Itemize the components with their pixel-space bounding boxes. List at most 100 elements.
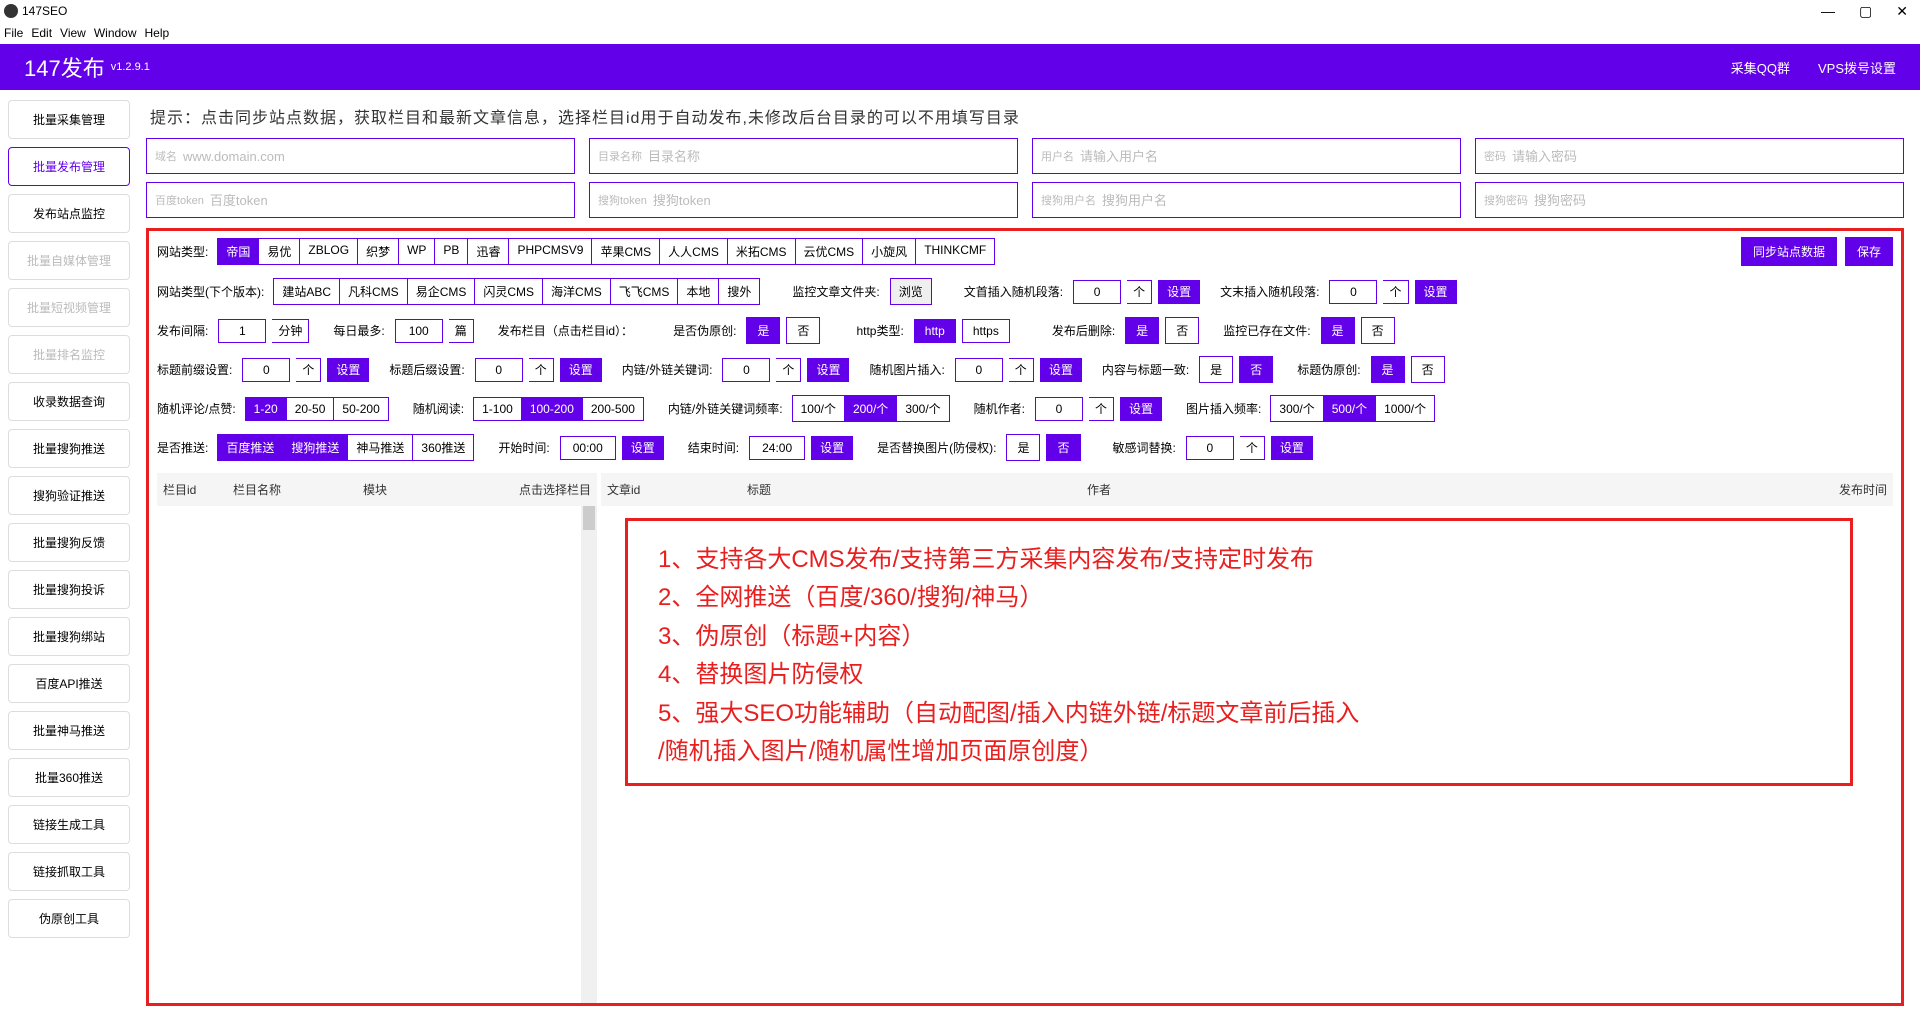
img-freq-opt-3[interactable]: 1000/个 bbox=[1375, 395, 1435, 422]
fake-orig-yes[interactable]: 是 bbox=[746, 317, 780, 344]
replace-img-no[interactable]: 否 bbox=[1046, 434, 1080, 461]
window-close[interactable]: ✕ bbox=[1896, 3, 1908, 20]
text-input[interactable] bbox=[1102, 193, 1452, 208]
push-shenma[interactable]: 神马推送 bbox=[347, 434, 413, 461]
front-insert-input[interactable] bbox=[1073, 280, 1121, 304]
inout-link-input[interactable] bbox=[722, 358, 770, 382]
next-type-海洋CMS[interactable]: 海洋CMS bbox=[542, 278, 611, 305]
site-type-小旋风[interactable]: 小旋风 bbox=[862, 238, 916, 265]
monitor-exist-no[interactable]: 否 bbox=[1361, 317, 1395, 344]
img-freq-opt-1[interactable]: 300/个 bbox=[1270, 395, 1323, 422]
site-type-帝国[interactable]: 帝国 bbox=[217, 238, 259, 265]
text-input[interactable] bbox=[648, 149, 1009, 164]
rand-author-input[interactable] bbox=[1035, 397, 1083, 421]
title-suf-input[interactable] bbox=[475, 358, 523, 382]
site-type-PB[interactable]: PB bbox=[434, 238, 468, 265]
menu-help[interactable]: Help bbox=[145, 26, 170, 40]
sidebar-item-2[interactable]: 发布站点监控 bbox=[8, 194, 130, 233]
browse-button[interactable]: 浏览 bbox=[890, 278, 932, 305]
site-type-米拓CMS[interactable]: 米拓CMS bbox=[727, 238, 796, 265]
title-match-no[interactable]: 否 bbox=[1239, 356, 1273, 383]
freq-opt-3[interactable]: 300/个 bbox=[896, 395, 949, 422]
start-time-set[interactable]: 设置 bbox=[622, 436, 664, 460]
read-opt-1[interactable]: 1-100 bbox=[473, 397, 522, 421]
site-type-WP[interactable]: WP bbox=[398, 238, 435, 265]
next-type-易企CMS[interactable]: 易企CMS bbox=[407, 278, 476, 305]
text-input[interactable] bbox=[1534, 193, 1895, 208]
inout-link-set[interactable]: 设置 bbox=[807, 358, 849, 382]
push-baidu[interactable]: 百度推送 bbox=[217, 434, 283, 461]
site-type-织梦[interactable]: 织梦 bbox=[357, 238, 399, 265]
fake-orig-no[interactable]: 否 bbox=[786, 317, 820, 344]
del-after-no[interactable]: 否 bbox=[1165, 317, 1199, 344]
menu-view[interactable]: View bbox=[60, 26, 86, 40]
site-type-苹果CMS[interactable]: 苹果CMS bbox=[591, 238, 660, 265]
text-input[interactable] bbox=[183, 149, 566, 164]
comment-opt-3[interactable]: 50-200 bbox=[333, 397, 388, 421]
comment-opt-2[interactable]: 20-50 bbox=[286, 397, 335, 421]
interval-input[interactable] bbox=[218, 319, 266, 343]
sidebar-item-7[interactable]: 批量搜狗推送 bbox=[8, 429, 130, 468]
read-opt-3[interactable]: 200-500 bbox=[582, 397, 644, 421]
sensitive-set[interactable]: 设置 bbox=[1271, 436, 1313, 460]
start-time-input[interactable] bbox=[560, 436, 616, 460]
freq-opt-2[interactable]: 200/个 bbox=[844, 395, 897, 422]
end-time-set[interactable]: 设置 bbox=[811, 436, 853, 460]
sidebar-item-14[interactable]: 批量360推送 bbox=[8, 758, 130, 797]
sidebar-item-10[interactable]: 批量搜狗投诉 bbox=[8, 570, 130, 609]
comment-opt-1[interactable]: 1-20 bbox=[245, 397, 287, 421]
text-input[interactable] bbox=[1080, 149, 1452, 164]
end-time-input[interactable] bbox=[749, 436, 805, 460]
sensitive-input[interactable] bbox=[1186, 436, 1234, 460]
next-type-凡科CMS[interactable]: 凡科CMS bbox=[339, 278, 408, 305]
sidebar-item-3[interactable]: 批量自媒体管理 bbox=[8, 241, 130, 280]
site-type-ZBLOG[interactable]: ZBLOG bbox=[299, 238, 358, 265]
menu-edit[interactable]: Edit bbox=[31, 26, 52, 40]
push-360[interactable]: 360推送 bbox=[412, 434, 474, 461]
sidebar-item-4[interactable]: 批量短视频管理 bbox=[8, 288, 130, 327]
link-vps-dial[interactable]: VPS拨号设置 bbox=[1818, 58, 1896, 77]
title-pre-set[interactable]: 设置 bbox=[327, 358, 369, 382]
scrollbar[interactable] bbox=[581, 506, 597, 1003]
sidebar-item-12[interactable]: 百度API推送 bbox=[8, 664, 130, 703]
read-opt-2[interactable]: 100-200 bbox=[521, 397, 583, 421]
https-option[interactable]: https bbox=[962, 319, 1010, 343]
sidebar-item-16[interactable]: 链接抓取工具 bbox=[8, 852, 130, 891]
sidebar-item-8[interactable]: 搜狗验证推送 bbox=[8, 476, 130, 515]
rand-author-set[interactable]: 设置 bbox=[1120, 397, 1162, 421]
sidebar-item-1[interactable]: 批量发布管理 bbox=[8, 147, 130, 186]
next-type-闪灵CMS[interactable]: 闪灵CMS bbox=[474, 278, 543, 305]
freq-opt-1[interactable]: 100/个 bbox=[792, 395, 845, 422]
menu-window[interactable]: Window bbox=[94, 26, 137, 40]
http-option[interactable]: http bbox=[914, 319, 956, 343]
window-maximize[interactable]: ▢ bbox=[1859, 3, 1872, 20]
del-after-yes[interactable]: 是 bbox=[1125, 317, 1159, 344]
site-type-云优CMS[interactable]: 云优CMS bbox=[795, 238, 864, 265]
sidebar-item-9[interactable]: 批量搜狗反馈 bbox=[8, 523, 130, 562]
daily-max-input[interactable] bbox=[395, 319, 443, 343]
sidebar-item-11[interactable]: 批量搜狗绑站 bbox=[8, 617, 130, 656]
sidebar-item-6[interactable]: 收录数据查询 bbox=[8, 382, 130, 421]
text-input[interactable] bbox=[1512, 149, 1895, 164]
site-type-THINKCMF[interactable]: THINKCMF bbox=[915, 238, 995, 265]
text-input[interactable] bbox=[210, 193, 566, 208]
title-fake-yes[interactable]: 是 bbox=[1371, 356, 1405, 383]
title-pre-input[interactable] bbox=[242, 358, 290, 382]
img-freq-opt-2[interactable]: 500/个 bbox=[1323, 395, 1376, 422]
save-button[interactable]: 保存 bbox=[1845, 237, 1893, 266]
replace-img-yes[interactable]: 是 bbox=[1006, 434, 1040, 461]
push-sogou[interactable]: 搜狗推送 bbox=[282, 434, 348, 461]
title-suf-set[interactable]: 设置 bbox=[560, 358, 602, 382]
sidebar-item-5[interactable]: 批量排名监控 bbox=[8, 335, 130, 374]
next-type-飞飞CMS[interactable]: 飞飞CMS bbox=[610, 278, 679, 305]
text-input[interactable] bbox=[653, 193, 1009, 208]
site-type-人人CMS[interactable]: 人人CMS bbox=[659, 238, 728, 265]
sidebar-item-13[interactable]: 批量神马推送 bbox=[8, 711, 130, 750]
menu-file[interactable]: File bbox=[4, 26, 23, 40]
end-insert-input[interactable] bbox=[1329, 280, 1377, 304]
rand-img-set[interactable]: 设置 bbox=[1040, 358, 1082, 382]
next-type-搜外[interactable]: 搜外 bbox=[718, 278, 760, 305]
monitor-exist-yes[interactable]: 是 bbox=[1321, 317, 1355, 344]
site-type-迅睿[interactable]: 迅睿 bbox=[467, 238, 509, 265]
sidebar-item-0[interactable]: 批量采集管理 bbox=[8, 100, 130, 139]
